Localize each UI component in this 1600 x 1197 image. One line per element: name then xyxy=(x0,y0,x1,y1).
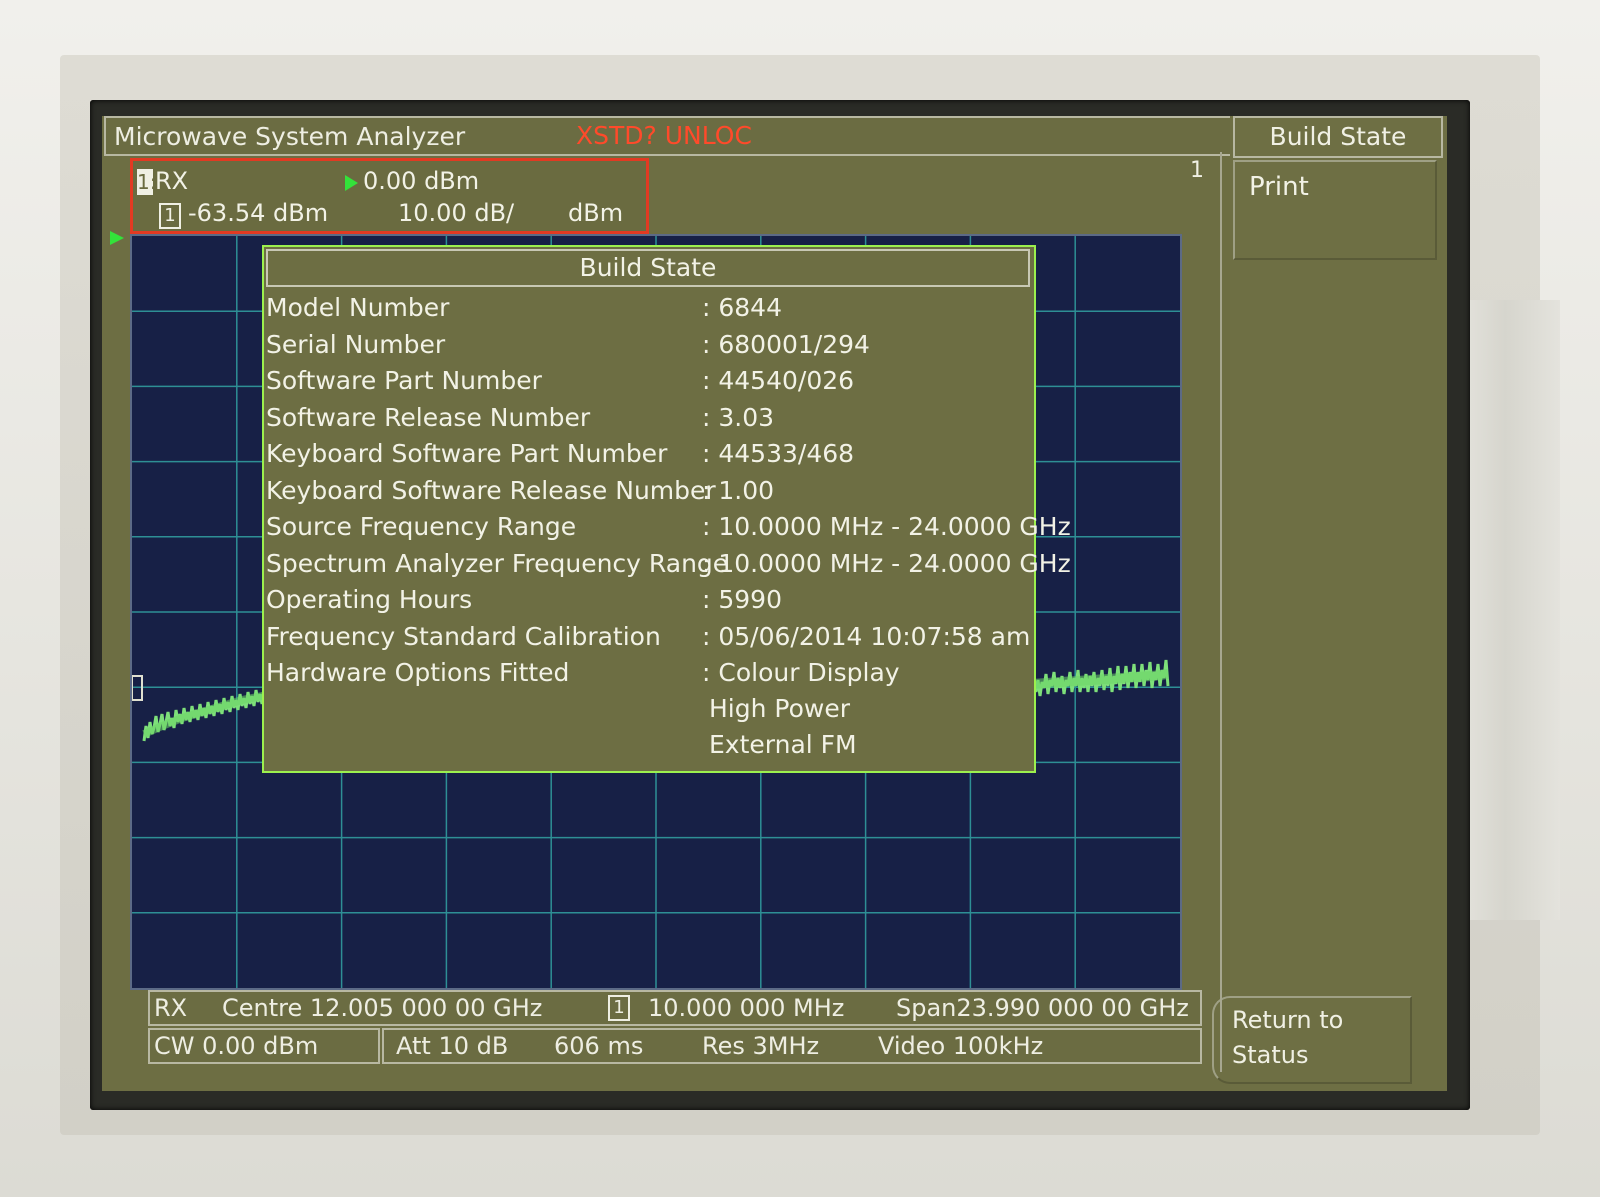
analyzer-display: Microwave System Analyzer XSTD? UNLOC Bu… xyxy=(102,116,1447,1091)
title-bar: Microwave System Analyzer XSTD? UNLOC xyxy=(104,116,1236,156)
info-row-operating-hours: Operating Hours : 5990 xyxy=(266,585,1032,621)
marker-value: -63.54 dBm xyxy=(188,199,329,227)
app-title: Microwave System Analyzer xyxy=(114,122,466,151)
info-row-keyboard-software-release-number: Keyboard Software Release Number : 1.00 xyxy=(266,476,1032,512)
scale-unit: dBm xyxy=(568,199,624,227)
info-label: Software Part Number xyxy=(266,366,542,395)
info-label: Keyboard Software Part Number xyxy=(266,439,668,468)
reference-level: 0.00 dBm xyxy=(363,167,480,195)
info-row-software-part-number: Software Part Number : 44540/026 xyxy=(266,366,1032,402)
info-value: : 10.0000 MHz - 24.0000 GHz xyxy=(702,512,1071,541)
mode-label: RX xyxy=(154,994,188,1022)
marker-frequency: 10.000 000 MHz xyxy=(648,994,845,1022)
marker-label: RX xyxy=(155,167,189,195)
build-state-title: Build State xyxy=(266,249,1030,287)
info-label: Keyboard Software Release Number xyxy=(266,475,716,505)
info-value: : Colour Display xyxy=(702,658,900,687)
info-value: : 1.00 xyxy=(702,475,775,505)
info-row-software-release-number: Software Release Number : 3.03 xyxy=(266,403,1032,439)
video-bandwidth: Video 100kHz xyxy=(878,1032,1044,1060)
info-value: : 6844 xyxy=(702,293,782,322)
info-value: : 680001/294 xyxy=(702,329,870,359)
trace-number: 1 xyxy=(1190,158,1204,183)
info-value: : 44533/468 xyxy=(702,439,855,468)
info-row-source-frequency-range: Source Frequency Range : 10.0000 MHz - 2… xyxy=(266,512,1071,548)
info-value: : 44540/026 xyxy=(702,366,855,395)
source-status-bar: CW 0.00 dBm xyxy=(148,1028,380,1064)
marker-readout: 1: RX 0.00 dBm 1 -63.54 dBm 10.00 dB/ dB… xyxy=(130,158,649,234)
reference-arrow-icon xyxy=(345,175,358,191)
scale-value: 10.00 dB/ xyxy=(398,199,515,227)
return-to-status-softkey[interactable]: Return to Status xyxy=(1212,996,1412,1084)
sweep-time: 606 ms xyxy=(554,1032,644,1060)
spectrum-trace-left-fill xyxy=(142,688,276,738)
info-label: Operating Hours xyxy=(266,585,473,614)
info-label: Hardware Options Fitted xyxy=(266,658,570,687)
attenuation: Att 10 dB xyxy=(396,1032,509,1060)
span-frequency: Span23.990 000 00 GHz xyxy=(896,994,1189,1022)
status-alert: XSTD? UNLOC xyxy=(576,121,752,150)
marker-id-badge: 1: xyxy=(137,169,157,195)
print-softkey[interactable]: Print xyxy=(1233,160,1437,260)
info-row-serial-number: Serial Number : 680001/294 xyxy=(266,330,1032,366)
info-value: : 5990 xyxy=(702,585,782,614)
info-row-spectrum-analyzer-frequency-range: Spectrum Analyzer Frequency Range : 10.0… xyxy=(266,548,1071,585)
info-row-keyboard-software-part-number: Keyboard Software Part Number : 44533/46… xyxy=(266,439,1032,475)
info-value: : 10.0000 MHz - 24.0000 GHz xyxy=(702,548,1071,578)
info-value: : 05/06/2014 10:07:58 am xyxy=(702,621,1031,651)
resolution-bandwidth: Res 3MHz xyxy=(702,1032,820,1060)
info-row-hardware-options-fitted: Hardware Options Fitted : Colour Display xyxy=(266,658,1032,694)
info-row-model-number: Model Number : 6844 xyxy=(266,293,1032,329)
info-label: Software Release Number xyxy=(266,402,591,432)
marker-number-icon: 1 xyxy=(608,995,630,1021)
panel-divider xyxy=(1220,152,1222,1072)
hardware-option-external-fm: External FM xyxy=(709,730,857,759)
hardware-option-high-power: High Power xyxy=(709,694,850,723)
info-label: Model Number xyxy=(266,293,450,322)
info-label: Source Frequency Range xyxy=(266,512,577,541)
reference-level-marker-icon xyxy=(110,231,124,245)
info-row-frequency-standard-calibration: Frequency Standard Calibration : 05/06/2… xyxy=(266,622,1032,658)
softkey-panel xyxy=(1230,116,1447,1091)
return-softkey-label-line1: Return to xyxy=(1232,1006,1344,1034)
softkey-menu-title: Build State xyxy=(1233,116,1443,158)
info-label: Spectrum Analyzer Frequency Range xyxy=(266,548,729,578)
build-state-panel: Build State Model Number : 6844 Serial N… xyxy=(262,245,1071,773)
info-value: : 3.03 xyxy=(702,402,775,432)
frequency-status-bar: RX Centre 12.005 000 00 GHz 1 10.000 000… xyxy=(148,990,1202,1026)
centre-frequency: Centre 12.005 000 00 GHz xyxy=(222,994,543,1022)
cw-level: CW 0.00 dBm xyxy=(154,1032,319,1060)
info-label: Frequency Standard Calibration xyxy=(266,621,661,651)
info-label: Serial Number xyxy=(266,329,446,359)
print-softkey-label: Print xyxy=(1249,172,1309,202)
return-softkey-label-line2: Status xyxy=(1232,1041,1309,1069)
marker-number-icon: 1 xyxy=(159,203,181,229)
trace-marker-icon xyxy=(131,675,143,701)
sweep-status-bar: Att 10 dB 606 ms Res 3MHz Video 100kHz xyxy=(382,1028,1202,1064)
